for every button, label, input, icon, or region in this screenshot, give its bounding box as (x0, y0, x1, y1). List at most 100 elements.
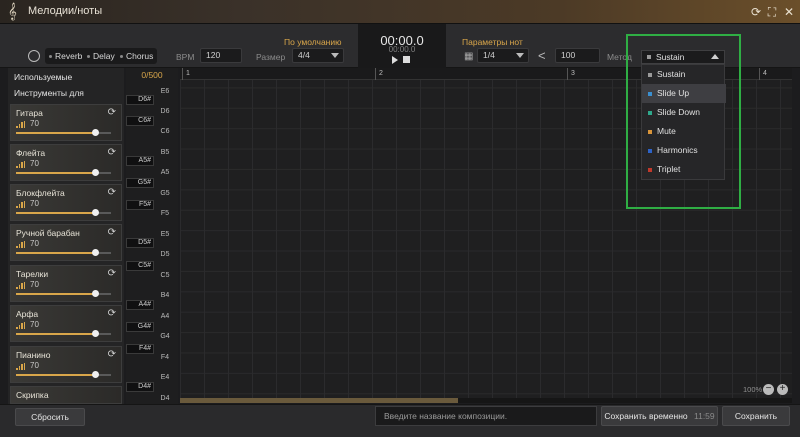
white-key[interactable]: A5 (152, 169, 178, 176)
horizontal-scrollbar[interactable] (180, 398, 792, 403)
black-key[interactable]: D4# (126, 382, 154, 392)
less-than-icon: < (538, 48, 546, 63)
zoom-in-button[interactable]: + (777, 384, 788, 395)
note-counter: 0/500 (141, 70, 163, 80)
bpm-input[interactable]: 120 (200, 48, 242, 63)
note-params-label: Параметры нот (462, 37, 523, 47)
time-signature-select[interactable]: 4/4 (292, 48, 344, 63)
measure-label: 2 (379, 70, 383, 77)
sync-icon[interactable]: ⟳ (108, 187, 116, 198)
composition-name-input[interactable]: Введите название композиции. (375, 406, 597, 426)
measure-label: 1 (186, 70, 190, 77)
sync-icon[interactable]: ⟳ (108, 349, 116, 360)
volume-bars-icon (16, 161, 25, 168)
reverb-toggle[interactable]: Reverb (49, 50, 82, 62)
white-key[interactable]: E4 (152, 374, 178, 381)
window-title: Мелодии/ноты (28, 5, 103, 17)
volume-slider[interactable] (16, 249, 111, 256)
white-key[interactable]: G5 (152, 190, 178, 197)
title-bar: 𝄞 Мелодии/ноты ⟳ ⛶ ✕ (0, 0, 800, 24)
time-sub: 00:00.0 (388, 45, 416, 54)
velocity-input[interactable]: 100 (555, 48, 600, 63)
black-key[interactable]: F4# (126, 344, 154, 354)
black-key[interactable]: F5# (126, 200, 154, 210)
highlight-frame (626, 34, 741, 209)
scrollbar-thumb[interactable] (180, 398, 458, 403)
effects-group: Reverb Delay Chorus (45, 48, 157, 64)
black-key[interactable]: G5# (126, 178, 154, 188)
treble-clef-icon: 𝄞 (8, 3, 17, 20)
close-icon[interactable]: ✕ (781, 4, 797, 20)
volume-bars-icon (16, 363, 25, 370)
black-key[interactable]: C5# (126, 261, 154, 271)
white-key[interactable]: G4 (152, 333, 178, 340)
black-key[interactable]: A5# (126, 156, 154, 166)
white-key[interactable]: C5 (152, 272, 178, 279)
instrument-card[interactable]: Флейта ⟳ 70 (10, 144, 122, 181)
white-key[interactable]: F5 (152, 210, 178, 217)
zoom-out-button[interactable]: − (763, 384, 774, 395)
volume-bars-icon (16, 121, 25, 128)
save-temp-button[interactable]: Сохранить временно 11:59 (601, 406, 718, 426)
volume-slider[interactable] (16, 209, 111, 216)
instrument-card[interactable]: Ручной барабан ⟳ 70 (10, 224, 122, 261)
white-key[interactable]: E6 (152, 88, 178, 95)
ear-icon[interactable] (28, 50, 40, 62)
instrument-card[interactable]: Гитара ⟳ 70 (10, 104, 122, 141)
sync-icon[interactable]: ⟳ (108, 268, 116, 279)
volume-bars-icon (16, 322, 25, 329)
instrument-card[interactable]: Арфа ⟳ 70 (10, 305, 122, 342)
white-key[interactable]: E5 (152, 231, 178, 238)
refresh-icon[interactable]: ⟳ (748, 4, 764, 20)
volume-slider[interactable] (16, 371, 111, 378)
sync-icon[interactable]: ⟳ (108, 227, 116, 238)
default-label[interactable]: По умолчанию (284, 37, 341, 47)
sync-icon[interactable]: ⟳ (108, 308, 116, 319)
sync-icon[interactable]: ⟳ (108, 147, 116, 158)
reset-button[interactable]: Сбросить (15, 408, 85, 426)
white-key[interactable]: D5 (152, 251, 178, 258)
sync-icon[interactable]: ⟳ (108, 107, 116, 118)
black-key[interactable]: G4# (126, 322, 154, 332)
measure-label: 3 (571, 70, 575, 77)
black-key[interactable]: A4# (126, 300, 154, 310)
instrument-card[interactable]: Пианино ⟳ 70 (10, 346, 122, 383)
white-key[interactable]: D6 (152, 108, 178, 115)
stop-icon[interactable] (403, 56, 410, 63)
volume-slider[interactable] (16, 129, 111, 136)
piano-keys: 0/500 E6 D6# D6 C6# C6 B5 A5# A5 G5# G5 … (126, 68, 178, 404)
size-label: Размер (256, 52, 286, 62)
note-length-select[interactable]: 1/4 (477, 48, 529, 63)
volume-slider[interactable] (16, 290, 111, 297)
black-key[interactable]: D6# (126, 95, 154, 105)
black-key[interactable]: C6# (126, 116, 154, 126)
volume-bars-icon (16, 241, 25, 248)
time-display: 00:00.0 00:00.0 (358, 24, 446, 68)
grid-icon[interactable]: ▦ (464, 51, 473, 62)
measure-label: 4 (763, 70, 767, 77)
delay-toggle[interactable]: Delay (87, 50, 115, 62)
instrument-card[interactable]: Скрипка (10, 386, 122, 404)
white-key[interactable]: D4 (152, 395, 178, 402)
save-button[interactable]: Сохранить (722, 406, 790, 426)
play-icon[interactable] (392, 56, 398, 64)
used-header: Используемые (14, 72, 73, 82)
white-key[interactable]: F4 (152, 354, 178, 361)
instruments-header: Инструменты для (14, 88, 84, 98)
instrument-card[interactable]: Тарелки ⟳ 70 (10, 265, 122, 302)
zoom-level: 100% (743, 385, 763, 394)
white-key[interactable]: B5 (152, 149, 178, 156)
volume-slider[interactable] (16, 330, 111, 337)
white-key[interactable]: A4 (152, 313, 178, 320)
fullscreen-icon[interactable]: ⛶ (764, 4, 780, 20)
chorus-toggle[interactable]: Chorus (120, 50, 153, 62)
white-key[interactable]: B4 (152, 292, 178, 299)
volume-bars-icon (16, 201, 25, 208)
instrument-panel: Используемые Инструменты для Гитара ⟳ 70… (8, 68, 124, 404)
volume-bars-icon (16, 282, 25, 289)
white-key[interactable]: C6 (152, 128, 178, 135)
bpm-label: BPM (176, 52, 195, 62)
black-key[interactable]: D5# (126, 238, 154, 248)
volume-slider[interactable] (16, 169, 111, 176)
instrument-card[interactable]: Блокфлейта ⟳ 70 (10, 184, 122, 221)
